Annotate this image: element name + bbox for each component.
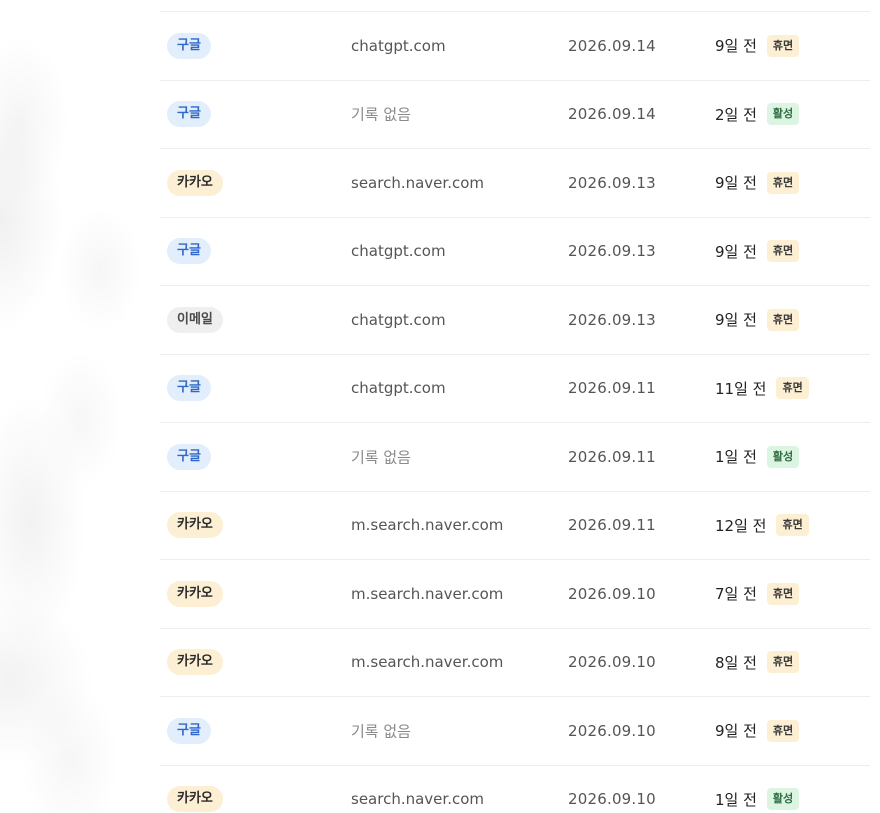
status-badge: 휴면 [776, 377, 809, 400]
last-activity-text: 2일 전 [715, 105, 757, 124]
status-badge: 휴면 [766, 34, 800, 57]
last-activity-text: 12일 전 [715, 516, 767, 535]
provider-cell: 구글 [167, 101, 211, 128]
table-row[interactable]: 구글 chatgpt.com 2026.09.14 9일 전 휴면 [160, 12, 870, 81]
status-badge: 휴면 [766, 719, 800, 742]
provider-cell: 구글 [167, 443, 211, 470]
table-row[interactable]: 카카오 search.naver.com 2026.09.13 9일 전 휴면 [160, 149, 870, 218]
last-activity-cell: 1일 전 활성 [715, 788, 800, 811]
last-activity-text: 1일 전 [715, 790, 757, 809]
last-activity-text: 8일 전 [715, 653, 757, 672]
referrer-cell: chatgpt.com [351, 36, 446, 55]
referrer-cell: chatgpt.com [351, 379, 446, 398]
referrer-cell: chatgpt.com [351, 242, 446, 261]
provider-badge: 구글 [167, 101, 211, 128]
provider-badge: 구글 [167, 238, 211, 265]
last-activity-text: 9일 전 [715, 174, 757, 193]
table-row[interactable]: 이메일 chatgpt.com 2026.09.13 9일 전 휴면 [160, 286, 870, 355]
last-activity-cell: 9일 전 휴면 [715, 719, 800, 742]
provider-badge: 카카오 [167, 580, 223, 607]
provider-badge: 카카오 [167, 649, 223, 676]
referrer-cell: 기록 없음 [351, 722, 411, 741]
table-row[interactable]: 카카오 search.naver.com 2026.09.10 1일 전 활성 [160, 766, 870, 813]
referrer-cell: 기록 없음 [351, 105, 411, 124]
referrer-cell: m.search.naver.com [351, 653, 504, 672]
last-activity-cell: 9일 전 휴면 [715, 34, 800, 57]
referrer-cell: 기록 없음 [351, 448, 411, 467]
last-activity-cell: 9일 전 휴면 [715, 308, 800, 331]
status-badge: 활성 [766, 788, 800, 811]
users-table-body: 구글 chatgpt.com 2026.09.14 9일 전 휴면 구글 기록 없… [160, 12, 870, 813]
provider-cell: 구글 [167, 32, 211, 59]
signup-date-cell: 2026.09.11 [568, 516, 656, 535]
last-activity-text: 9일 전 [715, 311, 757, 330]
table-row[interactable]: 카카오 m.search.naver.com 2026.09.11 12일 전 휴… [160, 492, 870, 560]
referrer-cell: m.search.naver.com [351, 516, 504, 535]
table-row[interactable]: 카카오 m.search.naver.com 2026.09.10 8일 전 휴면 [160, 629, 870, 697]
signup-date-cell: 2026.09.14 [568, 36, 656, 55]
last-activity-cell: 8일 전 휴면 [715, 651, 800, 674]
last-activity-cell: 11일 전 휴면 [715, 377, 809, 400]
last-activity-cell: 7일 전 휴면 [715, 582, 800, 605]
signup-date-cell: 2026.09.14 [568, 105, 656, 124]
provider-badge: 구글 [167, 717, 211, 744]
last-activity-text: 1일 전 [715, 448, 757, 467]
signup-date-cell: 2026.09.10 [568, 584, 656, 603]
last-activity-text: 9일 전 [715, 242, 757, 261]
status-badge: 활성 [766, 103, 800, 126]
last-activity-cell: 2일 전 활성 [715, 103, 800, 126]
status-badge: 휴면 [776, 514, 809, 537]
table-row[interactable]: 구글 기록 없음 2026.09.11 1일 전 활성 [160, 423, 870, 492]
referrer-cell: search.naver.com [351, 173, 484, 192]
last-activity-cell: 1일 전 활성 [715, 445, 800, 468]
status-badge: 휴면 [766, 240, 800, 263]
provider-cell: 카카오 [167, 580, 223, 607]
last-activity-text: 9일 전 [715, 37, 757, 56]
signup-date-cell: 2026.09.10 [568, 653, 656, 672]
provider-badge: 구글 [167, 443, 211, 470]
last-activity-text: 7일 전 [715, 585, 757, 604]
provider-cell: 이메일 [167, 306, 223, 333]
provider-cell: 구글 [167, 238, 211, 265]
provider-cell: 카카오 [167, 649, 223, 676]
table-row[interactable]: 카카오 m.search.naver.com 2026.09.10 7일 전 휴면 [160, 560, 870, 629]
signup-date-cell: 2026.09.10 [568, 790, 656, 809]
referrer-cell: m.search.naver.com [351, 584, 504, 603]
last-activity-text: 11일 전 [715, 379, 767, 398]
signup-date-cell: 2026.09.13 [568, 173, 656, 192]
referrer-cell: chatgpt.com [351, 310, 446, 329]
provider-cell: 카카오 [167, 169, 223, 196]
page: 구글 chatgpt.com 2026.09.14 9일 전 휴면 구글 기록 없… [0, 0, 880, 813]
provider-badge: 카카오 [167, 512, 223, 539]
provider-badge: 구글 [167, 375, 211, 402]
table-row[interactable]: 구글 기록 없음 2026.09.14 2일 전 활성 [160, 81, 870, 149]
referrer-cell: search.naver.com [351, 790, 484, 809]
table-row[interactable]: 구글 기록 없음 2026.09.10 9일 전 휴면 [160, 697, 870, 766]
provider-badge: 이메일 [167, 306, 223, 333]
last-activity-text: 9일 전 [715, 722, 757, 741]
status-badge: 활성 [766, 445, 800, 468]
status-badge: 휴면 [766, 582, 800, 605]
provider-badge: 카카오 [167, 786, 223, 813]
provider-badge: 구글 [167, 32, 211, 59]
provider-cell: 구글 [167, 375, 211, 402]
last-activity-cell: 12일 전 휴면 [715, 514, 809, 537]
signup-date-cell: 2026.09.11 [568, 447, 656, 466]
provider-cell: 카카오 [167, 786, 223, 813]
signup-date-cell: 2026.09.10 [568, 721, 656, 740]
signup-date-cell: 2026.09.11 [568, 379, 656, 398]
last-activity-cell: 9일 전 휴면 [715, 171, 800, 194]
signup-date-cell: 2026.09.13 [568, 242, 656, 261]
signup-date-cell: 2026.09.13 [568, 310, 656, 329]
status-badge: 휴면 [766, 171, 800, 194]
last-activity-cell: 9일 전 휴면 [715, 240, 800, 263]
provider-badge: 카카오 [167, 169, 223, 196]
table-row[interactable]: 구글 chatgpt.com 2026.09.13 9일 전 휴면 [160, 218, 870, 286]
blurred-sidebar-backdrop [0, 0, 160, 813]
provider-cell: 카카오 [167, 512, 223, 539]
status-badge: 휴면 [766, 308, 800, 331]
status-badge: 휴면 [766, 651, 800, 674]
table-row[interactable]: 구글 chatgpt.com 2026.09.11 11일 전 휴면 [160, 355, 870, 423]
provider-cell: 구글 [167, 717, 211, 744]
